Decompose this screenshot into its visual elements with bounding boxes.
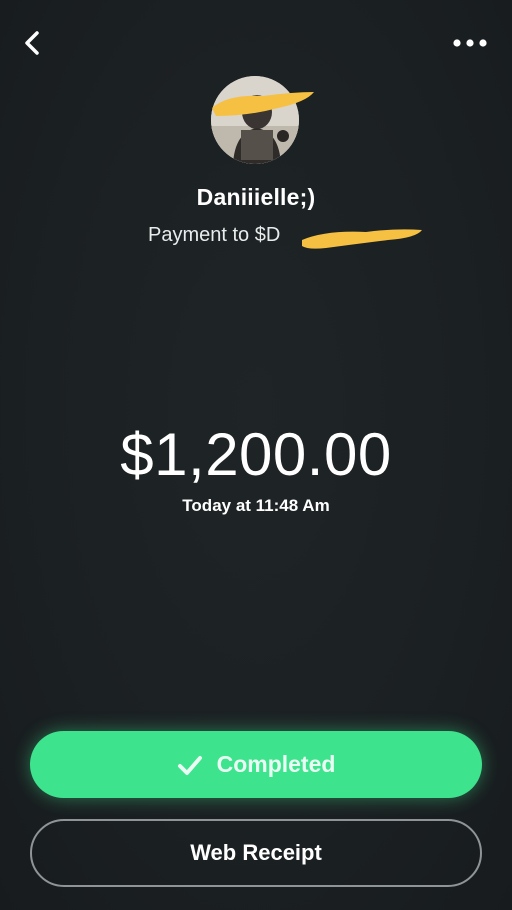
redaction-mark: [302, 229, 422, 249]
checkmark-icon: [177, 755, 202, 775]
chevron-left-icon[interactable]: [18, 28, 48, 58]
status-label: Completed: [216, 751, 336, 777]
completed-status-button[interactable]: Completed: [30, 731, 482, 798]
web-receipt-button[interactable]: Web Receipt: [30, 819, 482, 887]
more-horizontal-icon[interactable]: [450, 30, 490, 56]
payment-amount: $1,200.00: [120, 421, 392, 488]
redaction-mark: [212, 92, 314, 116]
payment-timestamp: Today at 11:48 Am: [182, 496, 330, 515]
web-receipt-label: Web Receipt: [190, 840, 322, 865]
contact-name: Daniiielle;): [196, 184, 316, 210]
payment-detail-screen: Daniiielle;) Payment to $D $1,200.00 Tod…: [0, 0, 512, 910]
payment-description: Payment to $D: [148, 224, 280, 247]
payment-handle: $D: [254, 224, 281, 246]
payment-prefix: Payment to: [148, 224, 250, 246]
status-content: Completed: [177, 751, 336, 778]
